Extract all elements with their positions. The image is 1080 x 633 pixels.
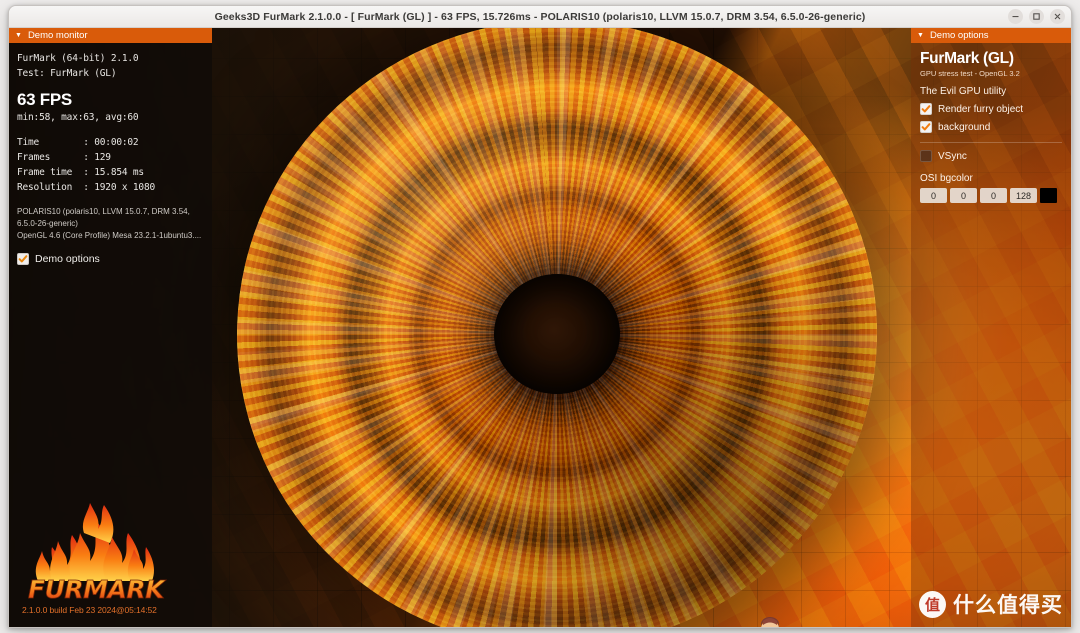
app-version-text: FurMark (64-bit) 2.1.0	[17, 53, 139, 64]
screenshot-root: Geeks3D FurMark 2.1.0.0 - [ FurMark (GL)…	[0, 0, 1080, 633]
render-furry-object-label: Render furry object	[938, 103, 1024, 115]
stat-resolution: Resolution : 1920 x 1080	[17, 182, 155, 193]
mascot-figure-icon	[761, 617, 779, 627]
minimize-icon	[1012, 16, 1019, 18]
maximize-icon	[1033, 13, 1040, 20]
osi-bgcolor-g[interactable]: 0	[950, 188, 977, 203]
osi-bgcolor-swatch[interactable]	[1040, 188, 1057, 203]
window-controls	[1008, 9, 1065, 24]
checkmark-icon	[18, 255, 28, 263]
vsync-label: VSync	[938, 150, 967, 162]
demo-title: FurMark (GL)	[920, 50, 1014, 67]
osi-bgcolor-label: OSI bgcolor	[920, 173, 973, 184]
osi-bgcolor-row: 0 0 0 128	[920, 188, 1062, 203]
vsync-checkbox[interactable]	[920, 150, 932, 162]
watermark-badge-icon: 值	[919, 590, 946, 618]
option-background[interactable]: background	[920, 121, 1062, 133]
window-title: Geeks3D FurMark 2.1.0.0 - [ FurMark (GL)…	[214, 10, 866, 23]
osi-bgcolor-b[interactable]: 0	[980, 188, 1007, 203]
background-checkbox[interactable]	[920, 121, 932, 133]
gpu-info-line-2: OpenGL 4.6 (Core Profile) Mesa 23.2.1-1u…	[17, 231, 202, 240]
stat-time: Time : 00:00:02	[17, 137, 139, 148]
stats-block: Time : 00:00:02 Frames : 129 Frame time …	[17, 135, 204, 195]
demo-options-label: Demo options	[35, 253, 100, 265]
demo-monitor-body: FurMark (64-bit) 2.1.0 Test: FurMark (GL…	[9, 43, 212, 265]
option-render-furry-object[interactable]: Render furry object	[920, 103, 1062, 115]
build-info-text: 2.1.0.0 build Feb 23 2024@05:14:52	[22, 605, 157, 615]
close-icon	[1054, 13, 1061, 20]
demo-monitor-panel: ▼ Demo monitor FurMark (64-bit) 2.1.0 Te…	[9, 28, 212, 627]
application-window: Geeks3D FurMark 2.1.0.0 - [ FurMark (GL)…	[8, 5, 1072, 628]
minimize-button[interactable]	[1008, 9, 1023, 24]
background-label: background	[938, 121, 991, 133]
demo-options-toggle[interactable]: Demo options	[17, 253, 204, 265]
demo-options-body: FurMark (GL) GPU stress test - OpenGL 3.…	[911, 43, 1071, 203]
test-name-text: Test: FurMark (GL)	[17, 68, 117, 79]
maximize-button[interactable]	[1029, 9, 1044, 24]
demo-monitor-header[interactable]: ▼ Demo monitor	[9, 28, 212, 43]
furmark-logo: FURMARK 2.1.0.0 build Feb 23 2024@05:14:…	[22, 497, 170, 615]
demo-options-header-label: Demo options	[929, 30, 989, 41]
furmark-wordmark: FURMARK	[28, 575, 166, 602]
stat-frame-time: Frame time : 15.854 ms	[17, 167, 144, 178]
fps-readout: 63 FPS	[17, 90, 72, 109]
gpu-info-block: POLARIS10 (polaris10, LLVM 15.0.7, DRM 3…	[17, 206, 204, 242]
flame-logo-icon: FURMARK	[28, 503, 167, 602]
osi-bgcolor-r[interactable]: 0	[920, 188, 947, 203]
demo-subtitle: GPU stress test - OpenGL 3.2	[920, 69, 1020, 78]
close-button[interactable]	[1050, 9, 1065, 24]
watermark-text: 什么值得买	[953, 594, 1063, 617]
watermark: 值 什么值得买	[919, 589, 1063, 619]
demo-options-panel: ▼ Demo options FurMark (GL) GPU stress t…	[911, 28, 1071, 627]
checkmark-icon	[921, 123, 931, 131]
demo-options-header[interactable]: ▼ Demo options	[911, 28, 1071, 43]
render-furry-object-checkbox[interactable]	[920, 103, 932, 115]
title-bar[interactable]: Geeks3D FurMark 2.1.0.0 - [ FurMark (GL)…	[9, 6, 1071, 28]
torus-body	[215, 28, 899, 627]
application-body: ▼ Demo monitor FurMark (64-bit) 2.1.0 Te…	[9, 28, 1071, 627]
furry-torus-object	[204, 28, 910, 627]
options-divider	[920, 142, 1062, 143]
demo-options-checkbox[interactable]	[17, 253, 29, 265]
collapse-caret-icon[interactable]: ▼	[15, 32, 22, 39]
fps-minmax-readout: min:58, max:63, avg:60	[17, 112, 139, 123]
gpu-info-line-1: POLARIS10 (polaris10, LLVM 15.0.7, DRM 3…	[17, 207, 190, 228]
option-vsync[interactable]: VSync	[920, 150, 1062, 162]
collapse-caret-icon-right[interactable]: ▼	[917, 32, 924, 39]
osi-bgcolor-a[interactable]: 128	[1010, 188, 1037, 203]
checkmark-icon	[921, 105, 931, 113]
demo-tagline: The Evil GPU utility	[920, 86, 1007, 97]
stat-frames: Frames : 129	[17, 152, 111, 163]
demo-monitor-header-label: Demo monitor	[27, 30, 88, 41]
